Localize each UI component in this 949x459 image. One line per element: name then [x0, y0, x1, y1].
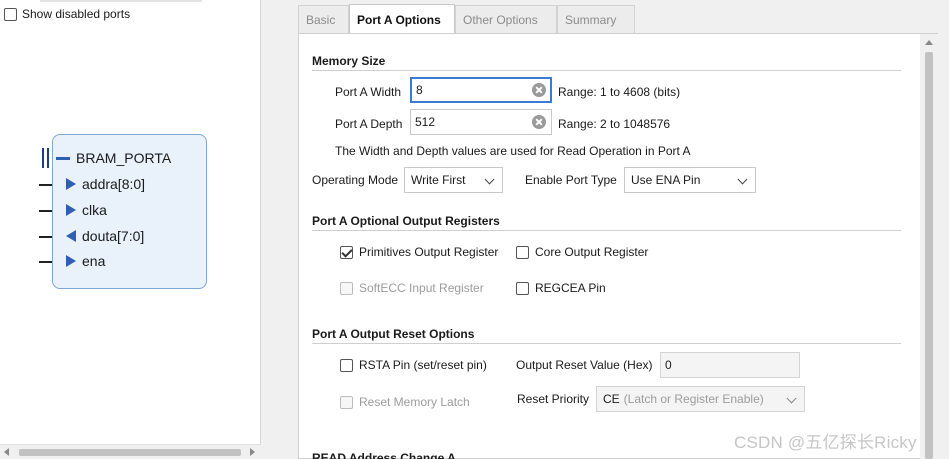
- port-name: addra[8:0]: [82, 176, 146, 192]
- output-reset-value-input: 0: [660, 352, 800, 378]
- chevron-down-icon: [737, 174, 748, 185]
- vertical-scrollbar[interactable]: [920, 34, 938, 459]
- show-disabled-ports-label: Show disabled ports: [22, 7, 131, 21]
- scroll-left-icon[interactable]: [4, 448, 9, 456]
- tab-other-options[interactable]: Other Options: [455, 5, 557, 33]
- input-port-icon: [66, 204, 76, 216]
- port-row: addra[8:0]: [66, 176, 145, 192]
- output-reset-value-label: Output Reset Value (Hex): [516, 358, 653, 372]
- port-a-depth-input[interactable]: 512: [410, 109, 552, 135]
- input-port-icon: [66, 255, 76, 267]
- regcea-pin-checkbox[interactable]: [516, 281, 529, 295]
- port-name: ena: [82, 253, 106, 269]
- regcea-pin-label: REGCEA Pin: [535, 281, 606, 295]
- panel-divider: [40, 0, 202, 2]
- port-row: ena: [66, 253, 105, 269]
- reset-priority-value: CE: [603, 392, 620, 406]
- collapse-bus-icon[interactable]: [56, 156, 70, 160]
- port-a-depth-value: 512: [415, 115, 436, 129]
- section-divider: [312, 343, 901, 344]
- horizontal-scrollbar[interactable]: [0, 444, 261, 459]
- port-wire: [39, 184, 52, 186]
- core-output-register-label: Core Output Register: [535, 245, 649, 259]
- port-a-width-value: 8: [416, 83, 423, 97]
- reset-memory-latch-option: Reset Memory Latch: [340, 395, 470, 409]
- options-tab-bar: Basic Port A Options Other Options Summa…: [298, 4, 635, 34]
- operating-mode-select[interactable]: Write First: [404, 167, 503, 193]
- chevron-down-icon: [786, 393, 797, 404]
- clear-icon[interactable]: [532, 83, 546, 97]
- reset-memory-latch-label: Reset Memory Latch: [359, 395, 470, 409]
- rsta-pin-option[interactable]: RSTA Pin (set/reset pin): [340, 358, 487, 372]
- regcea-pin-option[interactable]: REGCEA Pin: [516, 281, 606, 295]
- port-wire: [39, 210, 52, 212]
- port-a-depth-range: Range: 2 to 1048576: [558, 117, 671, 131]
- port-a-width-range: Range: 1 to 4608 (bits): [558, 85, 681, 99]
- scroll-right-icon[interactable]: [250, 448, 255, 456]
- reset-memory-latch-checkbox: [340, 395, 353, 409]
- tab-port-a-options[interactable]: Port A Options: [349, 4, 455, 34]
- output-port-icon: [66, 230, 76, 242]
- reset-priority-label: Reset Priority: [517, 392, 590, 406]
- tab-summary[interactable]: Summary: [557, 5, 635, 33]
- core-output-register-checkbox[interactable]: [516, 245, 529, 259]
- port-wire: [39, 236, 52, 238]
- rsta-pin-checkbox[interactable]: [340, 358, 353, 372]
- ip-symbol-panel: Show disabled ports BRAM_PORTA addra[8:0…: [0, 0, 261, 459]
- section-divider: [312, 230, 901, 231]
- output-reset-value: 0: [665, 358, 672, 372]
- width-depth-note: The Width and Depth values are used for …: [335, 144, 691, 158]
- softecc-input-register-checkbox: [340, 281, 353, 295]
- core-output-register-option[interactable]: Core Output Register: [516, 245, 648, 259]
- softecc-input-register-label: SoftECC Input Register: [359, 281, 484, 295]
- section-divider: [312, 70, 901, 71]
- clear-icon[interactable]: [532, 115, 546, 129]
- port-a-width-label: Port A Width: [335, 85, 402, 99]
- port-a-depth-label: Port A Depth: [335, 117, 403, 131]
- port-wire: [39, 261, 52, 263]
- watermark: CSDN @五亿探长Ricky: [734, 433, 917, 452]
- scrollbar-thumb[interactable]: [19, 449, 241, 456]
- section-title-output-reset-options: Port A Output Reset Options: [312, 327, 475, 341]
- tab-basic[interactable]: Basic: [298, 5, 349, 33]
- bus-interface-icon: [42, 148, 50, 168]
- operating-mode-value: Write First: [411, 173, 466, 187]
- port-name: douta[7:0]: [82, 228, 145, 244]
- show-disabled-ports-checkbox[interactable]: [4, 7, 17, 21]
- show-disabled-ports-toggle[interactable]: Show disabled ports: [4, 7, 130, 21]
- chevron-down-icon: [484, 174, 495, 185]
- softecc-input-register-option: SoftECC Input Register: [340, 281, 484, 295]
- section-title-optional-output-registers: Port A Optional Output Registers: [312, 214, 500, 228]
- ip-customization-window: Show disabled ports BRAM_PORTA addra[8:0…: [0, 0, 949, 459]
- port-row: clka: [66, 202, 107, 218]
- enable-port-type-label: Enable Port Type: [525, 173, 617, 187]
- port-a-width-input[interactable]: 8: [410, 77, 552, 103]
- primitives-output-register-option[interactable]: Primitives Output Register: [340, 245, 498, 259]
- rsta-pin-label: RSTA Pin (set/reset pin): [359, 358, 487, 372]
- port-name: clka: [82, 202, 107, 218]
- scrollbar-thumb[interactable]: [925, 52, 933, 459]
- section-title-read-address-change: READ Address Change A: [312, 451, 456, 459]
- port-row: douta[7:0]: [66, 228, 144, 244]
- input-port-icon: [66, 178, 76, 190]
- scroll-up-icon[interactable]: [925, 40, 933, 45]
- section-title-memory-size: Memory Size: [312, 54, 386, 68]
- enable-port-type-select[interactable]: Use ENA Pin: [624, 167, 756, 193]
- reset-priority-select: CE (Latch or Register Enable): [596, 386, 805, 412]
- primitives-output-register-checkbox[interactable]: [340, 245, 353, 259]
- operating-mode-label: Operating Mode: [312, 173, 399, 187]
- enable-port-type-value: Use ENA Pin: [631, 173, 701, 187]
- reset-priority-description: (Latch or Register Enable): [623, 392, 764, 406]
- bus-port-row[interactable]: BRAM_PORTA: [56, 150, 171, 166]
- bus-port-name: BRAM_PORTA: [76, 150, 172, 166]
- primitives-output-register-label: Primitives Output Register: [359, 245, 499, 259]
